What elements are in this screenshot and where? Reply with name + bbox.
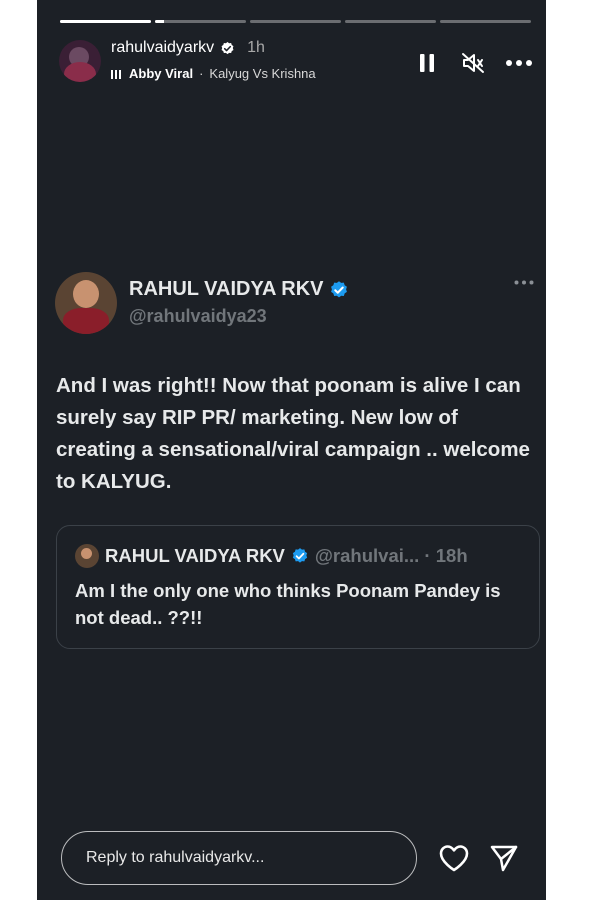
like-heart-icon[interactable] (438, 843, 470, 873)
story-progress-fill (155, 20, 165, 23)
story-viewer[interactable]: rahulvaidyarkv 1h Abby Viral · Kalyug Vs… (37, 0, 546, 900)
story-progress-segment-5 (440, 20, 531, 23)
tweet-header: RAHUL VAIDYA RKV @rahulvaidya23 (55, 272, 534, 336)
story-header: rahulvaidyarkv 1h Abby Viral · Kalyug Vs… (59, 38, 532, 84)
story-progress-segment-1 (60, 20, 151, 23)
music-artist: Abby Viral (129, 66, 194, 81)
tweet-author-handle: @rahulvaidya23 (129, 306, 267, 326)
pause-icon (420, 54, 434, 72)
reply-box[interactable] (61, 831, 417, 885)
quoted-text: Am I the only one who thinks Poonam Pand… (75, 580, 501, 628)
story-progress-fill (60, 20, 151, 23)
quoted-author-name: RAHUL VAIDYA RKV (105, 545, 285, 566)
story-progress-segment-3 (250, 20, 341, 23)
verified-badge-icon (221, 41, 234, 54)
verified-badge-icon (292, 548, 308, 563)
tweet-avatar (55, 272, 117, 334)
more-horizontal-icon (506, 60, 532, 66)
music-info[interactable]: Abby Viral · Kalyug Vs Krishna (111, 66, 316, 81)
mute-button[interactable] (460, 50, 486, 76)
reply-input[interactable] (86, 832, 396, 884)
tweet-text: And I was right!! Now that poonam is ali… (56, 374, 530, 493)
speaker-muted-icon (462, 53, 484, 73)
music-song: Kalyug Vs Krishna (209, 66, 316, 81)
more-options-button[interactable] (506, 50, 532, 76)
story-progress-segment-2 (155, 20, 246, 23)
verified-badge-icon (331, 280, 348, 297)
send-paper-plane-icon[interactable] (489, 843, 519, 873)
story-time: 1h (247, 39, 265, 56)
music-separator: · (199, 66, 204, 81)
quoted-tweet: RAHUL VAIDYA RKV @rahulvai... · 18h Am I… (56, 525, 540, 649)
pause-button[interactable] (414, 50, 440, 76)
music-bars-icon (111, 69, 121, 79)
story-progress-segment-4 (345, 20, 436, 23)
tweet-author-name: RAHUL VAIDYA RKV (129, 278, 324, 300)
quoted-avatar (75, 544, 99, 568)
tweet-more-icon (514, 280, 534, 285)
story-avatar[interactable] (59, 40, 101, 82)
story-username[interactable]: rahulvaidyarkv (111, 39, 214, 57)
story-progress-bar (60, 20, 531, 23)
quoted-handle-time: @rahulvai... · 18h (314, 545, 468, 566)
